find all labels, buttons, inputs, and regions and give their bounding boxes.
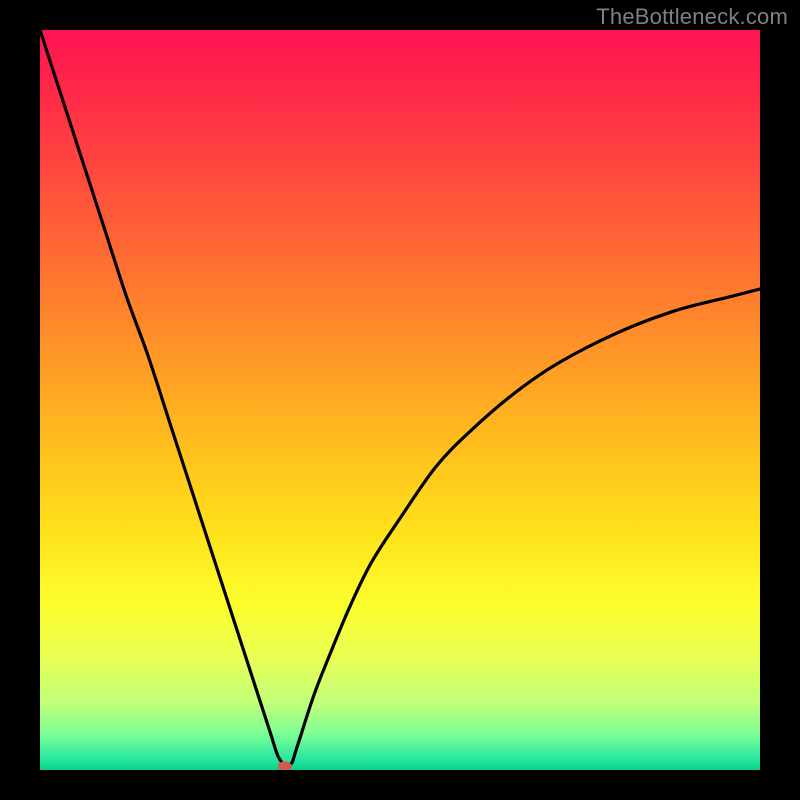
bottleneck-chart	[40, 30, 760, 770]
watermark-text: TheBottleneck.com	[596, 4, 788, 30]
chart-background	[40, 30, 760, 770]
chart-container: TheBottleneck.com	[0, 0, 800, 800]
